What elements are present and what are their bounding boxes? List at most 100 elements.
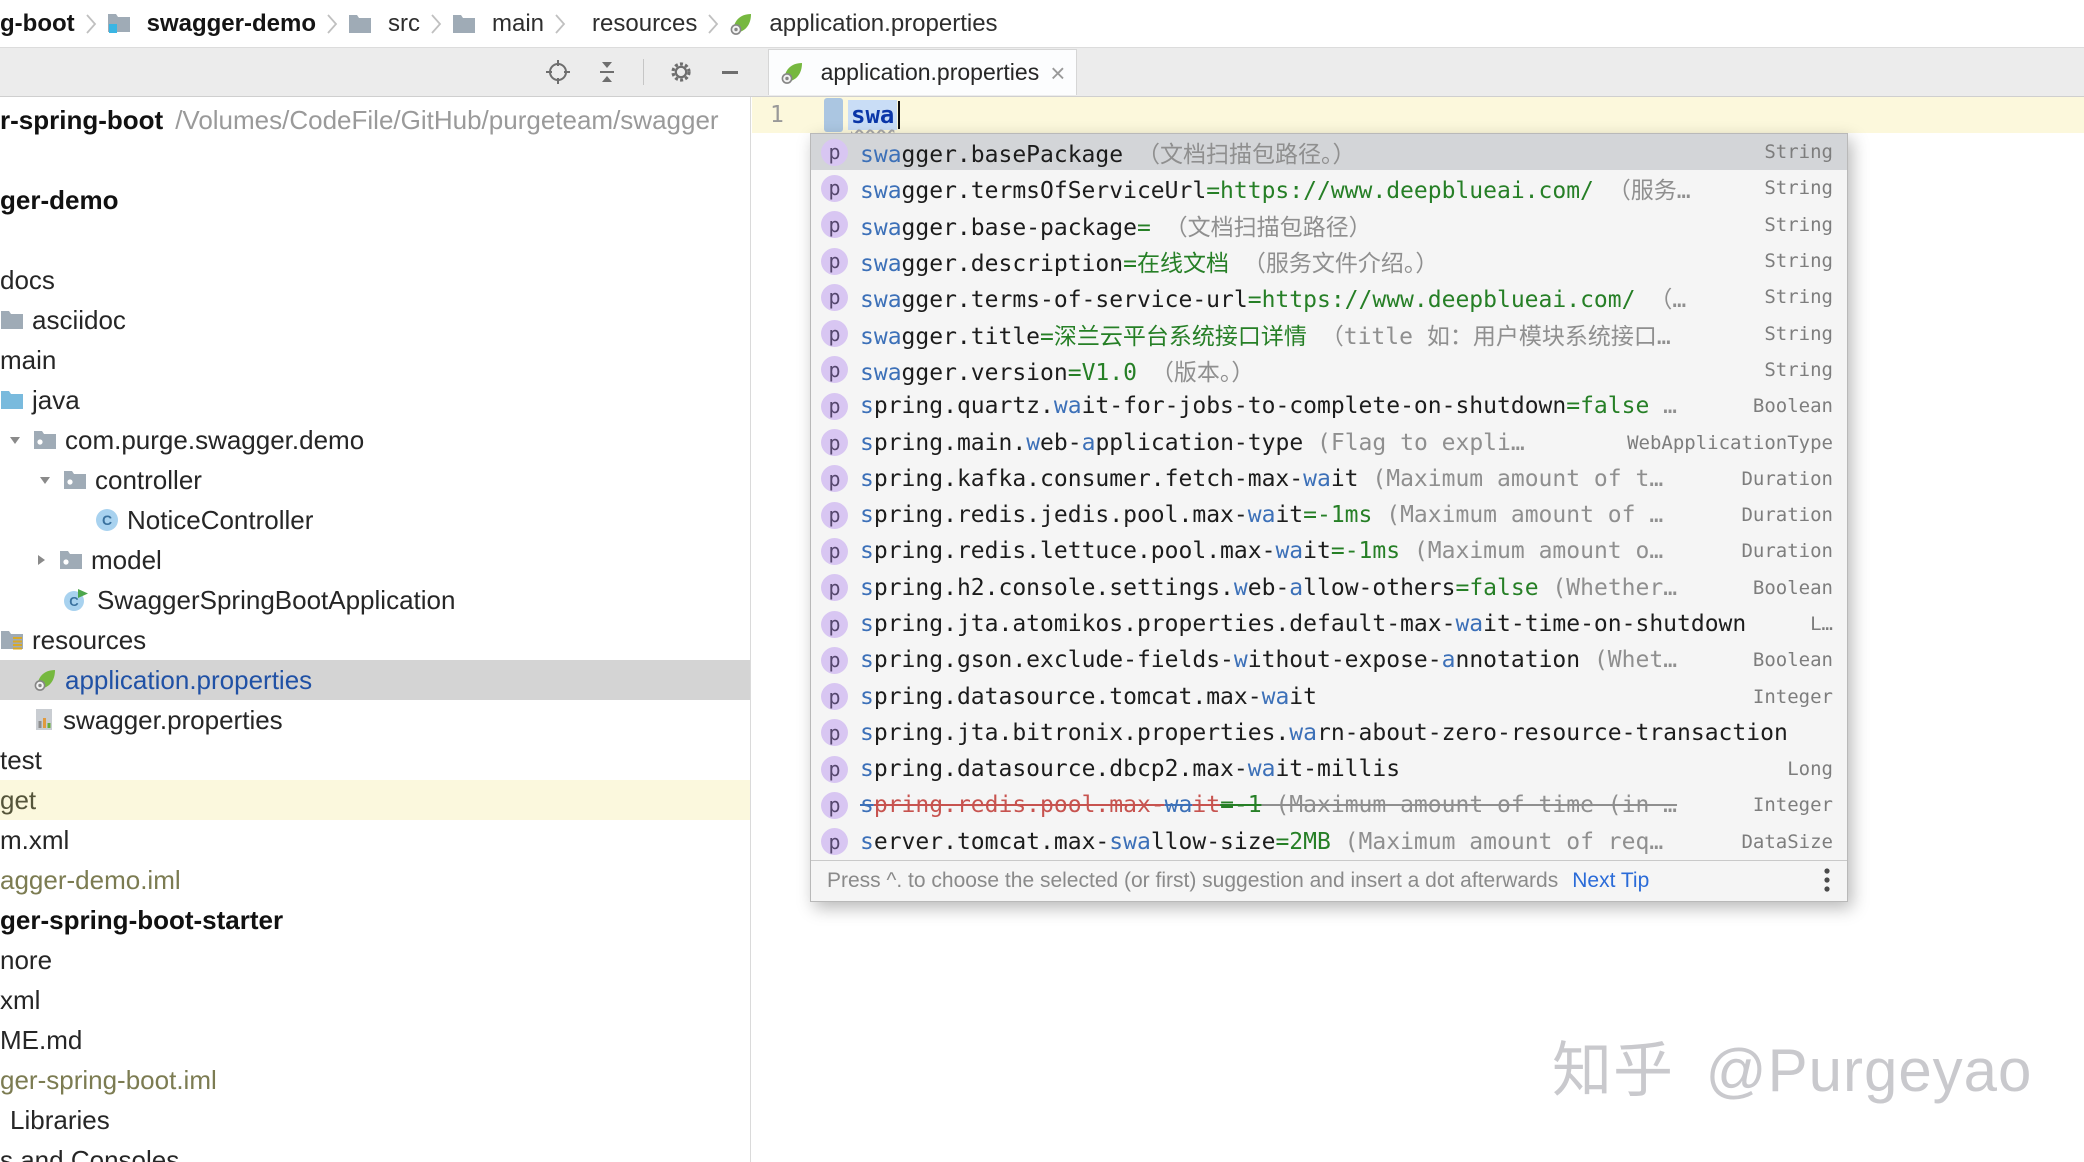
chevron-right-icon [85, 12, 97, 36]
tree-row[interactable] [0, 220, 750, 260]
completion-row[interactable]: p spring.quartz.wait-for-jobs-to-complete… [811, 388, 1847, 424]
tree-row[interactable]: main [0, 340, 750, 380]
completion-type: Boolean [1752, 576, 1833, 599]
completion-row[interactable]: p swagger.title=深兰云平台系统接口详情 （title 如：用户模块… [811, 315, 1847, 351]
tree-row[interactable]: swagger.properties [0, 700, 750, 740]
completion-row[interactable]: p spring.kafka.consumer.fetch-max-wait (M… [811, 461, 1847, 497]
property-key-icon: p [821, 719, 848, 747]
tree-row[interactable]: agger-demo.iml [0, 860, 750, 900]
tree-row[interactable]: xml [0, 980, 750, 1020]
tree-row[interactable]: r-spring-boot/Volumes/CodeFile/GitHub/pu… [0, 100, 750, 140]
gutter-marker [824, 98, 843, 132]
breadcrumb-item-resources[interactable]: resources [576, 10, 697, 38]
tree-item-label: asciidoc [32, 304, 126, 335]
completion-type: Boolean [1752, 395, 1833, 418]
folder-icon [452, 14, 476, 34]
settings-icon[interactable] [668, 59, 694, 85]
breadcrumb-item-swagger-demo[interactable]: swagger-demo [107, 10, 316, 38]
completion-row[interactable]: p swagger.description=在线文档 （服务文件介绍。） Strin… [811, 243, 1847, 279]
completion-text: spring.datasource.tomcat.max-wait [860, 683, 1317, 710]
tree-collapsed-arrow-icon[interactable] [33, 552, 51, 568]
tab-application-properties[interactable]: application.properties × [768, 49, 1077, 95]
tree-row[interactable]: nore [0, 940, 750, 980]
property-key-icon: p [821, 537, 848, 565]
project-toolbar [545, 48, 742, 96]
property-key-icon: p [821, 791, 848, 819]
completion-row[interactable]: p swagger.termsOfServiceUrl=https://www.d… [811, 170, 1847, 206]
tree-row[interactable]: get [0, 780, 750, 820]
completion-row[interactable]: p spring.redis.jedis.pool.max-wait=-1ms (… [811, 497, 1847, 533]
properties-file-icon [33, 668, 57, 692]
tree-row[interactable]: C NoticeController [0, 500, 750, 540]
property-key-icon: p [821, 138, 848, 166]
editor-active-line[interactable]: 1 swa [752, 97, 2084, 133]
breadcrumb-item-application.properties[interactable]: application.properties [729, 10, 998, 38]
completion-row[interactable]: p spring.datasource.tomcat.max-wait Intege… [811, 678, 1847, 714]
tree-row[interactable]: java [0, 380, 750, 420]
chevron-right-icon [430, 12, 442, 36]
tree-row[interactable]: ger-demo [0, 180, 750, 220]
hide-icon[interactable] [718, 59, 742, 85]
tree-row[interactable]: C SwaggerSpringBootApplication [0, 580, 750, 620]
completion-type: Integer [1752, 685, 1833, 708]
kebab-menu-icon[interactable] [1823, 866, 1831, 896]
folder-package-icon [33, 430, 57, 450]
completion-row[interactable]: p spring.main.web-application-type (Flag … [811, 424, 1847, 460]
completion-text: spring.jta.bitronix.properties.warn-abou… [860, 719, 1788, 746]
tree-expanded-arrow-icon[interactable] [7, 432, 25, 448]
breadcrumb-item-g-boot[interactable]: g-boot [0, 10, 75, 38]
completion-row[interactable]: p swagger.version=V1.0 （版本。） String [811, 352, 1847, 388]
completion-row[interactable]: p spring.redis.pool.max-wait=-1 (Maximum … [811, 787, 1847, 823]
tree-expanded-arrow-icon[interactable] [37, 472, 55, 488]
breadcrumb-item-src[interactable]: src [348, 10, 420, 38]
completion-row[interactable]: p spring.datasource.dbcp2.max-wait-millis… [811, 751, 1847, 787]
folder-icon [348, 14, 372, 34]
tree-row[interactable]: resources [0, 620, 750, 660]
locate-icon[interactable] [545, 59, 571, 85]
property-key-icon: p [821, 320, 848, 348]
completion-row[interactable]: p server.tomcat.max-swallow-size=2MB (Max… [811, 824, 1847, 860]
tree-row[interactable]: application.properties [0, 660, 750, 700]
typed-prefix: swa [848, 100, 898, 130]
svg-text:C: C [69, 594, 79, 609]
tree-row[interactable]: m.xml [0, 820, 750, 860]
tab-close-icon[interactable]: × [1050, 60, 1065, 86]
tree-row[interactable]: ger-spring-boot.iml [0, 1060, 750, 1100]
completion-row[interactable]: p spring.gson.exclude-fields-without-expo… [811, 642, 1847, 678]
tree-row[interactable] [0, 140, 750, 180]
completion-text: swagger.terms-of-service-url=https://www… [860, 287, 1687, 314]
breadcrumb-item-main[interactable]: main [452, 10, 544, 38]
collapse-all-icon[interactable] [595, 59, 619, 85]
completion-row[interactable]: p swagger.basePackage （文档扫描包路径。） String [811, 134, 1847, 171]
completion-type: String [1764, 322, 1833, 345]
text-caret [898, 101, 901, 129]
tree-row[interactable]: s and Consoles [0, 1140, 750, 1162]
module-folder-icon [107, 13, 131, 35]
tree-row[interactable]: controller [0, 460, 750, 500]
properties-file-icon [729, 12, 753, 36]
tree-row[interactable]: asciidoc [0, 300, 750, 340]
tree-item-label: swagger.properties [63, 704, 283, 735]
completion-row[interactable]: p spring.jta.bitronix.properties.warn-abo… [811, 715, 1847, 751]
tree-row[interactable]: docs [0, 260, 750, 300]
tree-row[interactable]: Libraries [0, 1100, 750, 1140]
tree-row[interactable]: com.purge.swagger.demo [0, 420, 750, 460]
tree-row[interactable]: test [0, 740, 750, 780]
tree-item-label: SwaggerSpringBootApplication [97, 584, 456, 615]
completion-row[interactable]: p spring.h2.console.settings.web-allow-ot… [811, 570, 1847, 606]
completion-row[interactable]: p swagger.terms-of-service-url=https://ww… [811, 279, 1847, 315]
completion-type: String [1764, 213, 1833, 236]
folder-package-icon [59, 550, 83, 570]
completion-row[interactable]: p spring.redis.lettuce.pool.max-wait=-1ms… [811, 533, 1847, 569]
tree-item-label: xml [0, 984, 41, 1015]
completion-row[interactable]: p spring.jta.atomikos.properties.default-… [811, 606, 1847, 642]
tree-row[interactable]: model [0, 540, 750, 580]
completion-row[interactable]: p swagger.base-package= （文档扫描包路径） String [811, 207, 1847, 243]
completion-type: Boolean [1752, 649, 1833, 672]
tree-item-label: main [0, 344, 57, 375]
tree-row[interactable]: ME.md [0, 1020, 750, 1060]
tree-item-label: r-spring-boot [0, 104, 164, 135]
tree-item-label: agger-demo.iml [0, 864, 181, 895]
next-tip-link[interactable]: Next Tip [1572, 869, 1649, 893]
tree-row[interactable]: ger-spring-boot-starter [0, 900, 750, 940]
